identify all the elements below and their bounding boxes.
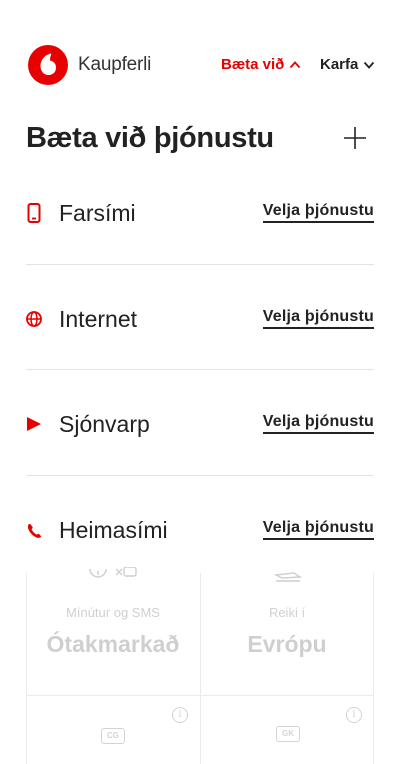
service-label: Farsími (59, 200, 136, 226)
globe-icon (26, 311, 42, 327)
cart-label: Karfa (320, 56, 359, 73)
service-row-tv[interactable]: Sjónvarp Velja þjónustu (26, 401, 374, 451)
chevron-up-icon (290, 60, 301, 68)
select-service-link[interactable]: Velja þjónustu (262, 519, 374, 540)
plus-icon[interactable] (343, 126, 367, 150)
page-title: Bæta við þjónustu (26, 122, 274, 154)
service-row-internet[interactable]: Internet Velja þjónustu (26, 296, 374, 346)
plan-cell-label: Reiki í (268, 605, 306, 620)
card-border (26, 573, 27, 764)
sim-card-icon: GK (276, 726, 300, 742)
plan-cell-value: Evrópu (247, 631, 327, 657)
divider (26, 475, 374, 476)
divider (26, 264, 374, 265)
info-icon[interactable]: i (172, 707, 188, 723)
plan-cell-value: Ótakmarkað (46, 631, 180, 657)
service-label: Heimasími (59, 517, 168, 543)
plan-cell-label: Mínútur og SMS (66, 605, 160, 620)
service-label: Sjónvarp (59, 411, 150, 437)
card-border (200, 573, 201, 764)
select-service-link[interactable]: Velja þjónustu (262, 413, 374, 434)
divider (26, 369, 374, 370)
select-service-link[interactable]: Velja þjónustu (262, 308, 374, 329)
card-divider (26, 695, 374, 696)
sim-card-icon: CG (101, 728, 125, 744)
play-icon (27, 417, 41, 431)
app-header: Kaupferli Bæta við Karfa (0, 0, 400, 130)
add-service-label: Bæta við (221, 56, 285, 73)
cart-menu[interactable]: Karfa (320, 56, 375, 73)
card-border (373, 573, 374, 764)
info-icon[interactable]: i (346, 707, 362, 723)
background-plan-card: Mínútur og SMS Ótakmarkað Reiki í Evrópu… (26, 567, 374, 764)
minutes-sms-icon (89, 567, 137, 578)
chevron-down-icon (364, 61, 375, 69)
select-service-link[interactable]: Velja þjónustu (262, 202, 374, 223)
service-row-mobile[interactable]: Farsími Velja þjónustu (26, 190, 374, 240)
add-service-menu[interactable]: Bæta við (221, 56, 301, 73)
service-label: Internet (59, 306, 137, 332)
phone-handset-icon (27, 524, 42, 538)
mobile-phone-icon (27, 203, 41, 223)
vodafone-logo-icon[interactable] (27, 44, 69, 86)
brand-name: Kaupferli (78, 54, 152, 75)
plane-icon (274, 572, 302, 582)
service-row-landline[interactable]: Heimasími Velja þjónustu (26, 507, 374, 557)
